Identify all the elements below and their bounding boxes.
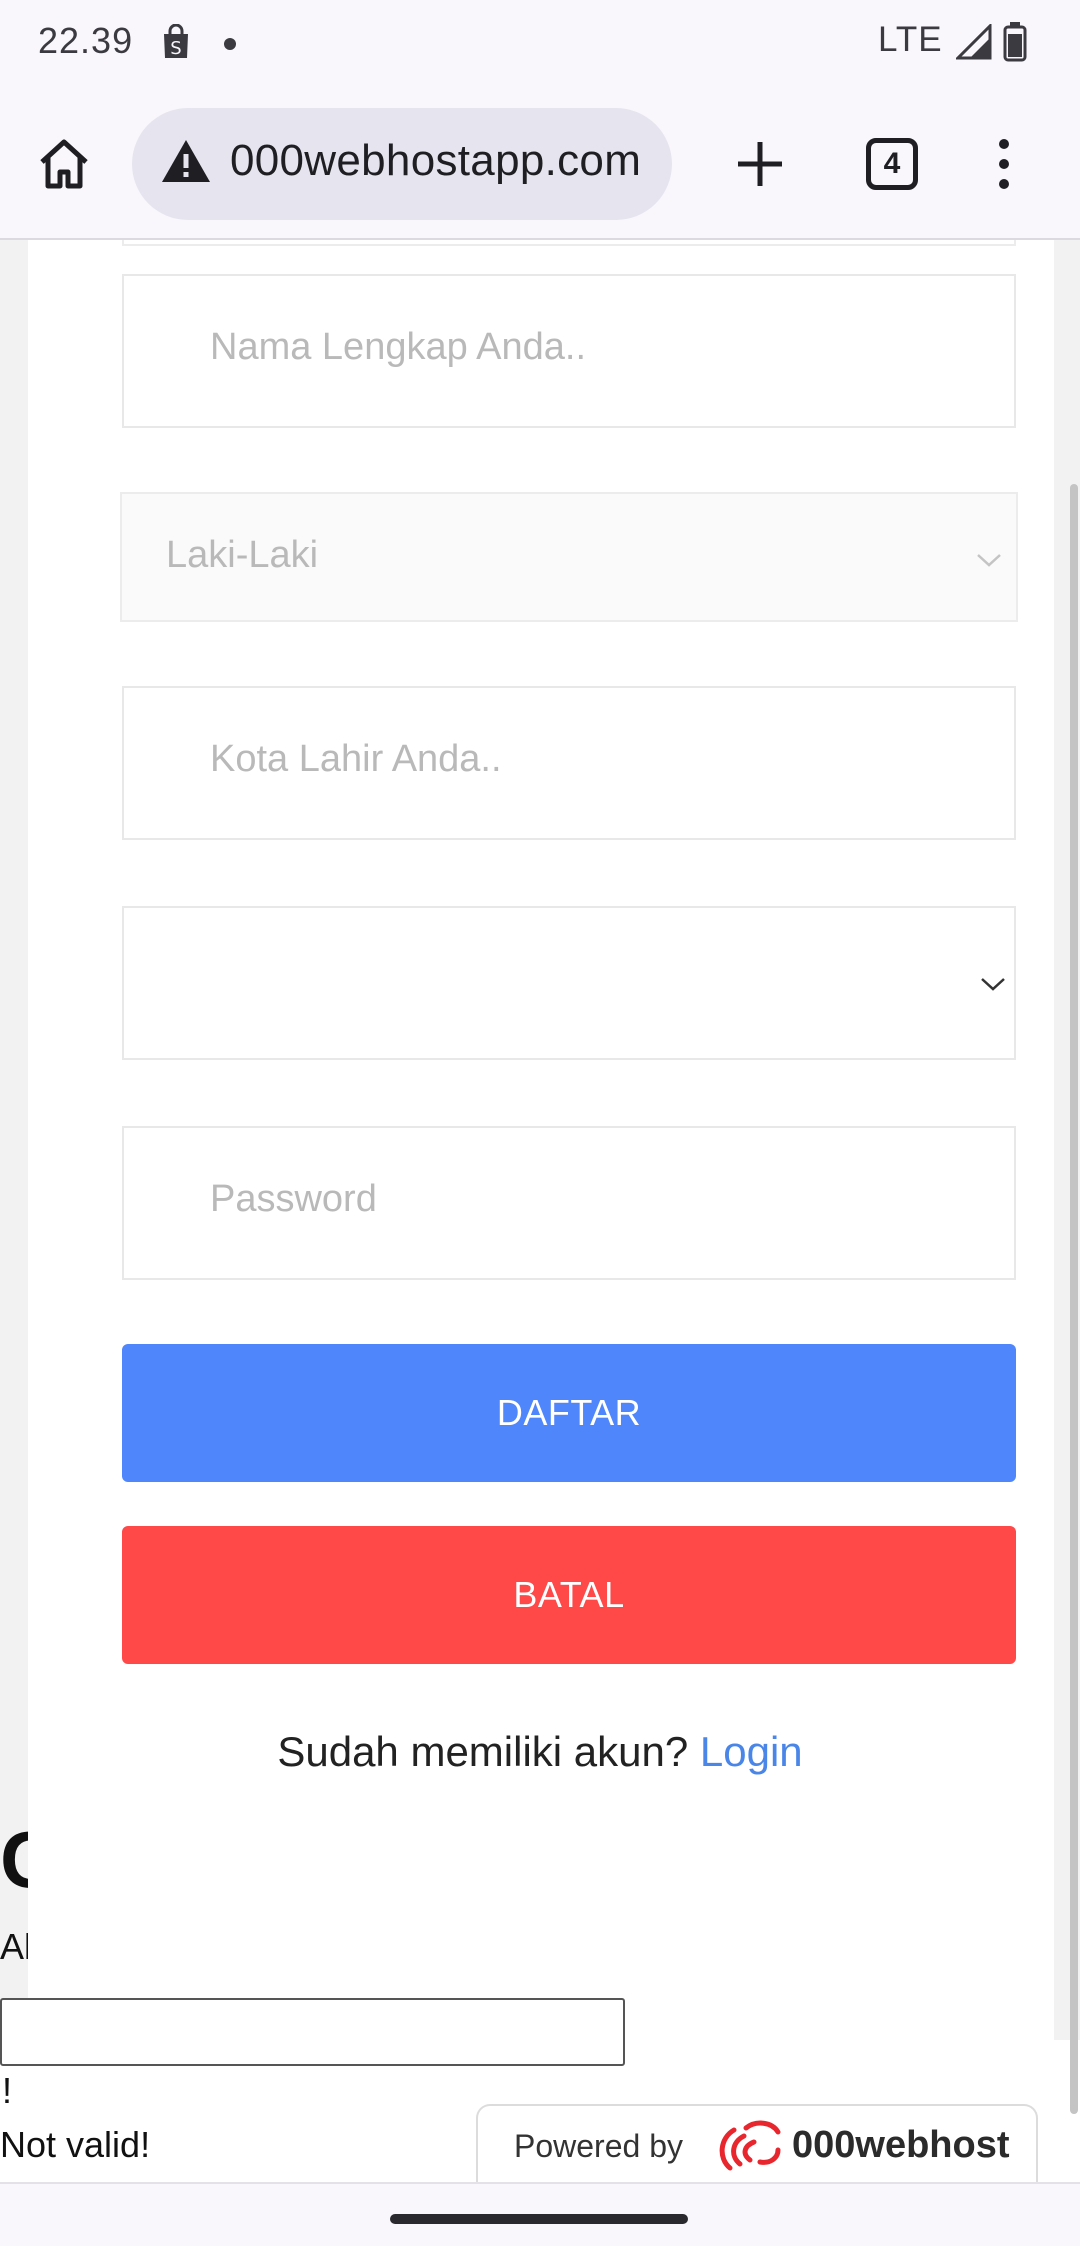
login-prompt-line: Sudah memiliki akun? Login	[0, 1728, 1080, 1776]
battery-icon	[1003, 22, 1027, 62]
gesture-nav-bar	[0, 2182, 1080, 2246]
status-time: 22.39	[38, 20, 134, 61]
address-bar[interactable]: 000webhostapp.com	[132, 108, 672, 220]
password-field[interactable]: Password	[122, 1126, 1016, 1280]
url-text[interactable]: 000webhostapp.com	[230, 136, 641, 186]
home-gesture-handle[interactable]	[390, 2214, 688, 2224]
web-content: C Al Nama Lengkap Anda.. Laki-Laki Kota …	[0, 240, 1080, 2182]
powered-by-text: Powered by	[514, 2128, 683, 2164]
signal-icon	[954, 22, 992, 60]
plus-icon[interactable]	[730, 134, 790, 194]
password-placeholder: Password	[210, 1178, 377, 1220]
daftar-button[interactable]: DAFTAR	[122, 1344, 1016, 1482]
underlying-input[interactable]	[0, 1998, 625, 2066]
powered-by-badge[interactable]: Powered by 000webhost	[476, 2104, 1038, 2182]
underlying-text: Al	[0, 1926, 28, 1967]
gender-select[interactable]: Laki-Laki	[120, 492, 1018, 622]
gender-selected-value: Laki-Laki	[166, 534, 319, 576]
login-prompt-text: Sudah memiliki akun?	[277, 1728, 689, 1775]
chevron-down-icon	[980, 976, 1006, 992]
login-link[interactable]: Login	[700, 1728, 803, 1775]
birthcity-placeholder: Kota Lahir Anda..	[210, 738, 502, 780]
fullname-field[interactable]: Nama Lengkap Anda..	[122, 274, 1016, 428]
fullname-placeholder: Nama Lengkap Anda..	[210, 326, 587, 368]
register-card: Nama Lengkap Anda.. Laki-Laki Kota Lahir…	[28, 240, 1054, 2182]
batal-button[interactable]: BATAL	[122, 1526, 1016, 1664]
home-icon[interactable]	[34, 134, 94, 194]
browser-toolbar: 000webhostapp.com 4	[0, 82, 1080, 240]
page-scrollbar[interactable]	[1070, 484, 1078, 2114]
date-select[interactable]	[122, 906, 1016, 1060]
birthcity-field[interactable]: Kota Lahir Anda..	[122, 686, 1016, 840]
notification-dot-icon	[224, 38, 236, 50]
network-type: LTE	[878, 20, 943, 59]
tabs-icon[interactable]: 4	[866, 138, 918, 190]
validation-message: Not valid!	[0, 2124, 151, 2165]
more-vert-icon[interactable]	[984, 134, 1024, 194]
underlying-heading: C	[0, 1814, 28, 1906]
exclamation-text: !	[2, 2070, 13, 2111]
chevron-down-icon	[976, 552, 1002, 568]
shopping-bag-icon: S	[160, 23, 192, 60]
000webhost-logo-icon	[716, 2118, 782, 2172]
previous-input-field[interactable]	[122, 240, 1016, 246]
powered-by-brand: 000webhost	[792, 2124, 1010, 2166]
warning-icon[interactable]	[160, 138, 212, 184]
status-bar: 22.39 S LTE	[0, 0, 1080, 82]
svg-text:S: S	[170, 38, 181, 59]
